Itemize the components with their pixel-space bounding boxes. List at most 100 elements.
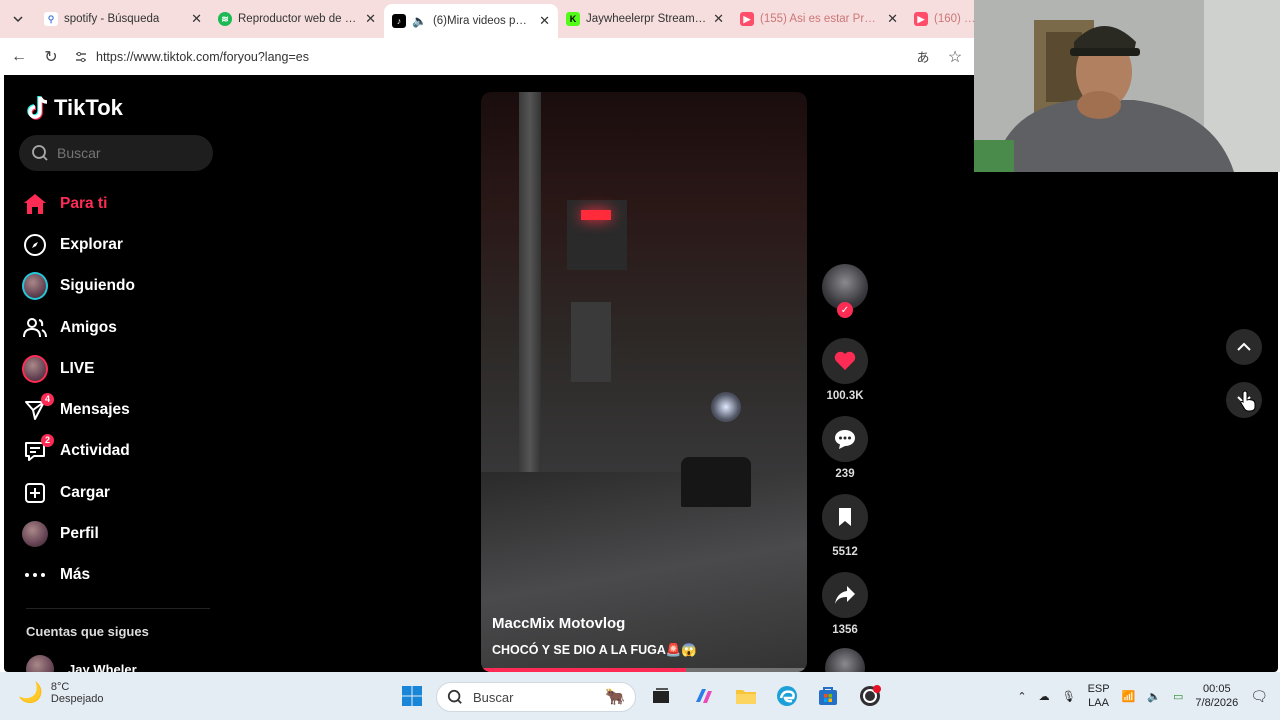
video-author[interactable]: MaccMix Motovlog — [492, 615, 625, 632]
music-disc[interactable] — [825, 648, 865, 672]
reload-icon[interactable]: ↻ — [42, 47, 60, 67]
following-account[interactable]: Jay Wheler — [26, 655, 137, 672]
search-bar[interactable] — [19, 135, 213, 171]
chevron-up-icon[interactable]: ⌃ — [1017, 690, 1026, 703]
weather-desc: Despejado — [50, 692, 104, 705]
live-avatar-icon — [22, 354, 48, 383]
language-line2: LAA — [1088, 697, 1109, 709]
speaker-icon: 🔈 — [412, 14, 427, 28]
video-caption: CHOCÓ Y SE DIO A LA FUGA🚨😱 — [492, 643, 697, 657]
tiktok-icon — [27, 96, 48, 120]
comment-button[interactable] — [822, 416, 868, 462]
save-count: 5512 — [832, 546, 858, 558]
sidebar-item-perfil[interactable]: Perfil — [22, 513, 222, 554]
weather-temp: 8°C — [50, 680, 70, 693]
author-avatar[interactable]: ✓ — [822, 264, 868, 318]
sidebar-item-explorar[interactable]: Explorar — [22, 224, 222, 265]
comment-icon — [835, 430, 855, 449]
search-input[interactable] — [57, 145, 197, 161]
wifi-icon[interactable]: 📶 — [1122, 690, 1136, 703]
activity-badge: 2 — [40, 434, 54, 448]
microphone-icon[interactable]: 🎙 — [1062, 690, 1076, 703]
file-explorer-icon[interactable] — [732, 682, 760, 710]
browser-tab[interactable]: K Jaywheelerpr Stream - V ✕ — [558, 0, 732, 38]
browser-tab-active[interactable]: ♪ 🔈 (6)Mira videos populares ✕ — [384, 4, 558, 38]
sidebar-item-live[interactable]: LIVE — [22, 348, 222, 389]
clock[interactable]: 00:05 7/8/2026 — [1195, 682, 1238, 710]
system-tray: ⌃ ☁ 🎙 ESP LAA 📶 🔈 ▭ 00:05 7/8/2026 🗨 — [1017, 682, 1268, 710]
notification-icon[interactable]: 🗨 — [1250, 688, 1268, 705]
video-player[interactable]: MaccMix Motovlog CHOCÓ Y SE DIO A LA FUG… — [481, 92, 807, 672]
battery-icon[interactable]: ▭ — [1173, 690, 1183, 703]
tiktok-logo[interactable]: TikTok — [26, 95, 123, 121]
sidebar-item-label: Actividad — [60, 442, 130, 460]
close-icon[interactable]: ✕ — [191, 11, 202, 27]
browser-tab[interactable]: ▶ (155) Asi es estar Preso ✕ — [732, 0, 906, 38]
close-icon[interactable]: ✕ — [365, 11, 376, 27]
start-button[interactable] — [398, 682, 426, 710]
youtube-icon: ▶ — [740, 12, 754, 26]
edge-icon[interactable] — [773, 682, 801, 710]
language-indicator[interactable]: ESP LAA — [1088, 682, 1110, 710]
like-count: 100.3K — [826, 390, 864, 402]
translate-icon[interactable]: あ — [914, 47, 932, 66]
volume-icon[interactable]: 🔈 — [1147, 690, 1161, 703]
store-icon[interactable] — [814, 682, 842, 710]
close-icon[interactable]: ✕ — [713, 11, 724, 27]
sidebar-item-mensajes[interactable]: 4 Mensajes — [22, 389, 222, 430]
search-icon — [447, 689, 462, 704]
logo-text: TikTok — [54, 95, 123, 120]
webcam-overlay — [974, 0, 1280, 172]
clock-time: 00:05 — [1203, 683, 1231, 695]
previous-video-button[interactable] — [1226, 329, 1262, 365]
sidebar-item-cargar[interactable]: Cargar — [22, 472, 222, 513]
sidebar-item-label: Mensajes — [60, 401, 130, 419]
obs-icon[interactable] — [856, 682, 884, 710]
check-icon[interactable]: ✓ — [837, 302, 853, 318]
tab-list-dropdown[interactable] — [0, 0, 36, 38]
site-info-icon[interactable] — [74, 50, 88, 64]
share-button[interactable] — [822, 572, 868, 618]
sidebar-item-label: Amigos — [60, 318, 117, 336]
address-bar: ← ↻ https://www.tiktok.com/foryou?lang=e… — [0, 38, 974, 75]
copilot-icon[interactable] — [690, 682, 718, 710]
sidebar-item-mas[interactable]: Más — [22, 555, 222, 596]
video-scene-signal-box — [571, 302, 611, 382]
like-action: 100.3K — [820, 338, 870, 402]
avatar — [26, 655, 54, 672]
sidebar-item-actividad[interactable]: 2 Actividad — [22, 431, 222, 472]
back-arrow-icon[interactable]: ← — [10, 48, 28, 66]
taskbar-search-label: Buscar — [473, 689, 514, 705]
spotify-icon: ≋ — [218, 12, 232, 26]
chevron-down-icon — [13, 16, 23, 23]
tiktok-icon: ♪ — [392, 14, 406, 28]
weather-widget[interactable]: 🌙 8°C Despejado — [18, 680, 104, 705]
sidebar-item-label: Más — [60, 566, 91, 584]
close-icon[interactable]: ✕ — [887, 11, 898, 27]
video-scene-red-light — [581, 210, 611, 220]
language-line1: ESP — [1087, 683, 1110, 695]
save-button[interactable] — [822, 494, 868, 540]
sidebar-item-siguiendo[interactable]: Siguiendo — [22, 266, 222, 307]
clock-date: 7/8/2026 — [1195, 697, 1239, 709]
bookmark-icon — [839, 508, 851, 526]
cloud-offline-icon[interactable]: ☁ — [1039, 690, 1050, 703]
youtube-icon: ▶ — [914, 12, 928, 26]
browser-tab[interactable]: ⚲ spotify - Búsqueda ✕ — [36, 0, 210, 38]
close-icon[interactable]: ✕ — [539, 13, 550, 29]
tab-title: (6)Mira videos populares — [432, 15, 534, 27]
sidebar-item-para-ti[interactable]: Para ti — [22, 183, 222, 224]
tab-title: Reproductor web de Spotify — [238, 13, 359, 25]
url-field[interactable]: https://www.tiktok.com/foryou?lang=es — [74, 50, 900, 64]
home-icon — [22, 191, 48, 217]
sidebar-item-amigos[interactable]: Amigos — [22, 307, 222, 348]
taskbar-search[interactable]: Buscar 🐂 — [436, 682, 636, 712]
browser-tab[interactable]: ≋ Reproductor web de Spotify ✕ — [210, 0, 384, 38]
like-button[interactable] — [822, 338, 868, 384]
star-icon[interactable]: ☆ — [946, 47, 964, 67]
more-icon — [22, 562, 48, 588]
profile-avatar-icon — [22, 521, 48, 548]
next-video-button[interactable] — [1226, 382, 1262, 418]
search-icon: ⚲ — [44, 12, 58, 26]
task-view-icon[interactable] — [647, 682, 675, 710]
